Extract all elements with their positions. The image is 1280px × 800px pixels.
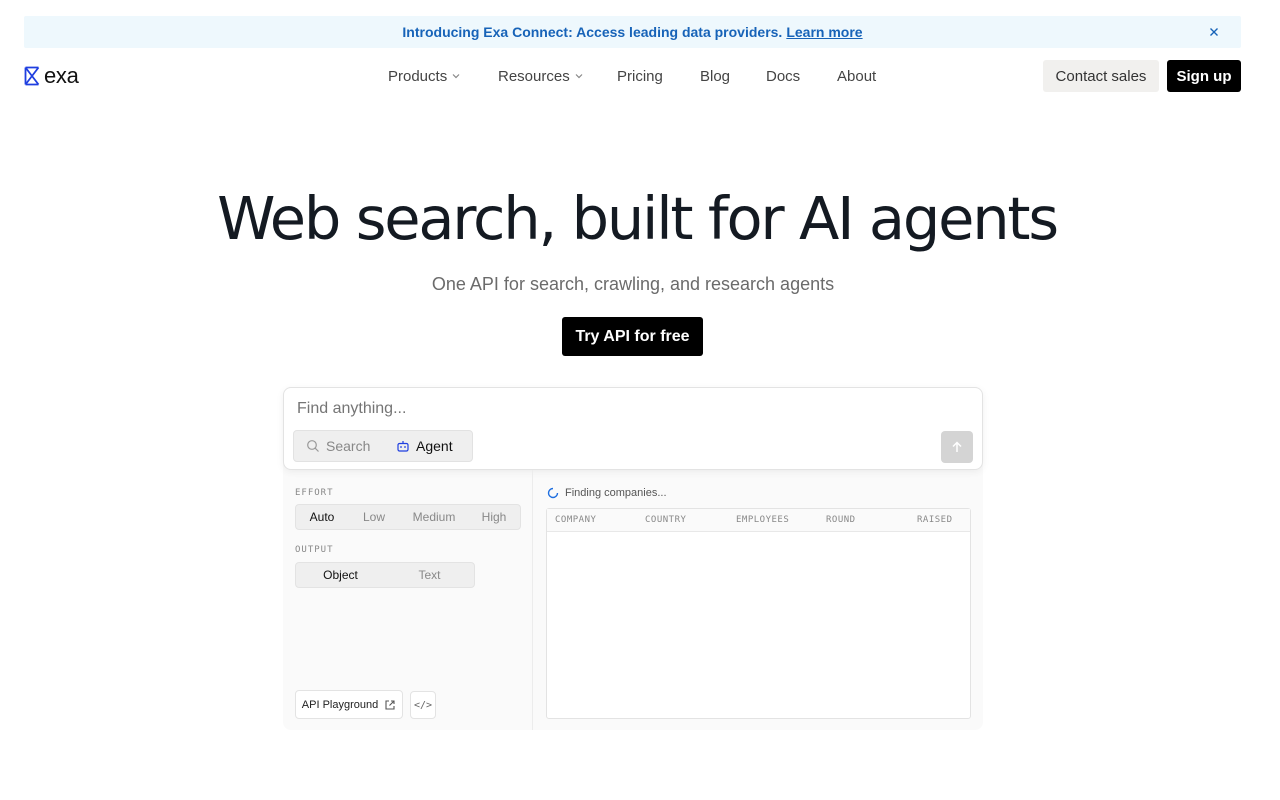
nav-label: Pricing [617,67,663,85]
nav-item-pricing[interactable]: Pricing [617,68,700,85]
table-header: COMPANY COUNTRY EMPLOYEES ROUND RAISED [547,509,970,532]
hero-subtitle: One API for search, crawling, and resear… [431,274,835,294]
effort-label: EFFORT [295,488,334,498]
output-option-object[interactable]: Object [296,568,385,582]
mode-search[interactable]: Search [294,431,384,461]
nav-label: About [837,67,877,85]
close-icon[interactable] [1206,24,1222,40]
column-header-employees: EMPLOYEES [736,515,790,525]
status-indicator: Finding companies... [547,487,667,499]
code-icon[interactable]: </> [410,691,436,719]
robot-icon [397,441,409,452]
chevron-down-icon [452,74,460,79]
nav-item-about[interactable]: About [837,68,876,85]
output-selector: Object Text [295,562,475,588]
banner-learn-more-link[interactable]: Learn more [786,24,862,40]
effort-selector: Auto Low Medium High [295,504,521,530]
contact-sales-button[interactable]: Contact sales [1043,60,1159,92]
hero-title: Web search, built for AI agents [217,184,1059,253]
mode-search-label: Search [326,438,371,454]
brand-logo[interactable]: exa [24,63,79,88]
nav-label: Resources [498,67,570,85]
status-text: Finding companies... [565,487,667,499]
nav-label: Products [388,67,448,85]
options-panel: EFFORT Auto Low Medium High OUTPUT Objec… [283,470,533,730]
output-label: OUTPUT [295,545,334,555]
effort-option-medium[interactable]: Medium [400,510,468,524]
banner-text: Introducing Exa Connect: Access leading … [402,24,783,40]
effort-option-auto[interactable]: Auto [296,510,348,524]
mode-agent-label: Agent [416,438,453,454]
mode-toggle: Search Agent [293,430,473,462]
column-header-raised: RAISED [917,515,953,525]
nav-item-blog[interactable]: Blog [700,68,766,85]
brand-name: exa [44,63,79,88]
search-box: Search Agent [283,387,983,470]
search-input[interactable] [297,400,917,418]
column-header-company: COMPANY [555,515,597,525]
column-header-country: COUNTRY [645,515,687,525]
exa-logo-icon [24,66,40,86]
mode-agent[interactable]: Agent [384,431,453,461]
effort-option-high[interactable]: High [468,510,520,524]
arrow-up-icon [952,441,962,452]
nav-item-docs[interactable]: Docs [766,68,837,85]
nav-label: Docs [766,67,801,85]
search-icon [307,440,319,452]
nav-item-products[interactable]: Products [388,68,498,85]
spinner-icon [547,487,559,499]
main-nav: Products Resources Pricing Blog Docs Abo… [388,64,876,88]
announcement-banner: Introducing Exa Connect: Access leading … [24,16,1241,48]
nav-label: Blog [700,67,731,85]
column-header-round: ROUND [826,515,856,525]
nav-item-resources[interactable]: Resources [498,68,617,85]
sign-up-button[interactable]: Sign up [1167,60,1241,92]
api-playground-label: API Playground [301,698,379,711]
effort-option-low[interactable]: Low [348,510,400,524]
submit-button[interactable] [941,431,973,463]
api-playground-button[interactable]: API Playground [295,690,403,719]
try-api-button[interactable]: Try API for free [562,317,703,356]
chevron-down-icon [575,74,583,79]
results-table: COMPANY COUNTRY EMPLOYEES ROUND RAISED [546,508,971,719]
output-option-text[interactable]: Text [385,568,474,582]
external-link-icon [385,699,395,710]
